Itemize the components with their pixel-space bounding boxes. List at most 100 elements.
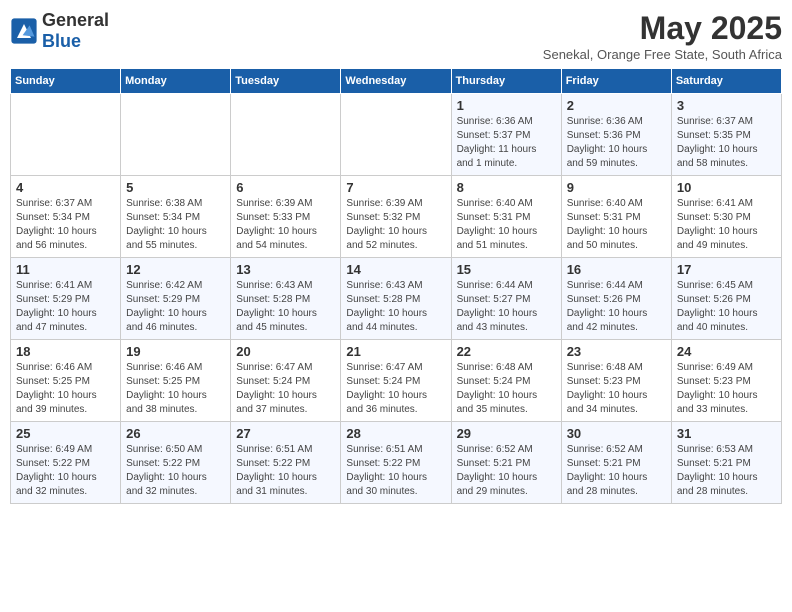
day-number: 16 [567,262,666,277]
day-header-monday: Monday [121,69,231,94]
day-number: 29 [457,426,556,441]
calendar-cell: 19 Sunrise: 6:46 AM Sunset: 5:25 PM Dayli… [121,340,231,422]
cell-content: Sunrise: 6:36 AM Sunset: 5:37 PM Dayligh… [457,115,556,171]
cell-content: Sunrise: 6:40 AM Sunset: 5:31 PM Dayligh… [567,197,666,253]
day-header-thursday: Thursday [451,69,561,94]
day-number: 30 [567,426,666,441]
day-number: 1 [457,98,556,113]
calendar-cell: 13 Sunrise: 6:43 AM Sunset: 5:28 PM Dayli… [231,258,341,340]
calendar-cell: 29 Sunrise: 6:52 AM Sunset: 5:21 PM Dayli… [451,422,561,504]
calendar-cell [121,94,231,176]
calendar-cell [11,94,121,176]
cell-content: Sunrise: 6:48 AM Sunset: 5:23 PM Dayligh… [567,361,666,417]
cell-content: Sunrise: 6:53 AM Sunset: 5:21 PM Dayligh… [677,443,776,499]
day-header-saturday: Saturday [671,69,781,94]
calendar-cell: 25Sunrise: 6:49 AM Sunset: 5:22 PM Dayli… [11,422,121,504]
day-number: 3 [677,98,776,113]
logo-text-blue: Blue [42,31,81,51]
calendar-header-row: SundayMondayTuesdayWednesdayThursdayFrid… [11,69,782,94]
day-header-wednesday: Wednesday [341,69,451,94]
calendar-cell: 21 Sunrise: 6:47 AM Sunset: 5:24 PM Dayli… [341,340,451,422]
calendar: SundayMondayTuesdayWednesdayThursdayFrid… [10,68,782,504]
calendar-cell: 3 Sunrise: 6:37 AM Sunset: 5:35 PM Daylig… [671,94,781,176]
calendar-cell: 2Sunrise: 6:36 AM Sunset: 5:36 PM Daylig… [561,94,671,176]
logo-text-general: General [42,10,109,30]
day-number: 23 [567,344,666,359]
location-title: Senekal, Orange Free State, South Africa [543,47,782,62]
day-number: 14 [346,262,445,277]
calendar-cell: 12 Sunrise: 6:42 AM Sunset: 5:29 PM Dayli… [121,258,231,340]
day-number: 6 [236,180,335,195]
cell-content: Sunrise: 6:38 AM Sunset: 5:34 PM Dayligh… [126,197,225,253]
day-number: 27 [236,426,335,441]
cell-content: Sunrise: 6:46 AM Sunset: 5:25 PM Dayligh… [126,361,225,417]
day-header-friday: Friday [561,69,671,94]
day-number: 8 [457,180,556,195]
calendar-cell: 17 Sunrise: 6:45 AM Sunset: 5:26 PM Dayli… [671,258,781,340]
day-number: 15 [457,262,556,277]
day-number: 13 [236,262,335,277]
calendar-week-row: 18 Sunrise: 6:46 AM Sunset: 5:25 PM Dayli… [11,340,782,422]
calendar-cell: 15 Sunrise: 6:44 AM Sunset: 5:27 PM Dayli… [451,258,561,340]
title-block: May 2025 Senekal, Orange Free State, Sou… [543,10,782,62]
cell-content: Sunrise: 6:44 AM Sunset: 5:26 PM Dayligh… [567,279,666,335]
cell-content: Sunrise: 6:50 AM Sunset: 5:22 PM Dayligh… [126,443,225,499]
day-number: 22 [457,344,556,359]
cell-content: Sunrise: 6:52 AM Sunset: 5:21 PM Dayligh… [457,443,556,499]
calendar-week-row: 4 Sunrise: 6:37 AM Sunset: 5:34 PM Daylig… [11,176,782,258]
calendar-week-row: 25Sunrise: 6:49 AM Sunset: 5:22 PM Dayli… [11,422,782,504]
day-number: 17 [677,262,776,277]
day-number: 9 [567,180,666,195]
cell-content: Sunrise: 6:48 AM Sunset: 5:24 PM Dayligh… [457,361,556,417]
day-number: 7 [346,180,445,195]
cell-content: Sunrise: 6:45 AM Sunset: 5:26 PM Dayligh… [677,279,776,335]
calendar-cell: 16 Sunrise: 6:44 AM Sunset: 5:26 PM Dayli… [561,258,671,340]
calendar-cell [231,94,341,176]
calendar-cell [341,94,451,176]
calendar-cell: 23 Sunrise: 6:48 AM Sunset: 5:23 PM Dayli… [561,340,671,422]
cell-content: Sunrise: 6:39 AM Sunset: 5:32 PM Dayligh… [346,197,445,253]
calendar-cell: 27 Sunrise: 6:51 AM Sunset: 5:22 PM Dayli… [231,422,341,504]
day-number: 12 [126,262,225,277]
calendar-cell: 18Sunrise: 6:46 AM Sunset: 5:25 PM Dayli… [11,340,121,422]
logo: General Blue [10,10,109,52]
day-number: 21 [346,344,445,359]
calendar-cell: 31Sunrise: 6:53 AM Sunset: 5:21 PM Dayli… [671,422,781,504]
cell-content: Sunrise: 6:39 AM Sunset: 5:33 PM Dayligh… [236,197,335,253]
day-header-sunday: Sunday [11,69,121,94]
cell-content: Sunrise: 6:36 AM Sunset: 5:36 PM Dayligh… [567,115,666,171]
day-number: 28 [346,426,445,441]
cell-content: Sunrise: 6:49 AM Sunset: 5:22 PM Dayligh… [16,443,115,499]
cell-content: Sunrise: 6:44 AM Sunset: 5:27 PM Dayligh… [457,279,556,335]
cell-content: Sunrise: 6:42 AM Sunset: 5:29 PM Dayligh… [126,279,225,335]
cell-content: Sunrise: 6:47 AM Sunset: 5:24 PM Dayligh… [346,361,445,417]
calendar-cell: 26Sunrise: 6:50 AM Sunset: 5:22 PM Dayli… [121,422,231,504]
logo-icon [10,17,38,45]
cell-content: Sunrise: 6:37 AM Sunset: 5:35 PM Dayligh… [677,115,776,171]
day-number: 19 [126,344,225,359]
calendar-cell: 1 Sunrise: 6:36 AM Sunset: 5:37 PM Daylig… [451,94,561,176]
day-number: 20 [236,344,335,359]
day-number: 4 [16,180,115,195]
calendar-week-row: 1 Sunrise: 6:36 AM Sunset: 5:37 PM Daylig… [11,94,782,176]
calendar-body: 1 Sunrise: 6:36 AM Sunset: 5:37 PM Daylig… [11,94,782,504]
calendar-cell: 4 Sunrise: 6:37 AM Sunset: 5:34 PM Daylig… [11,176,121,258]
cell-content: Sunrise: 6:47 AM Sunset: 5:24 PM Dayligh… [236,361,335,417]
day-number: 18 [16,344,115,359]
calendar-cell: 20 Sunrise: 6:47 AM Sunset: 5:24 PM Dayli… [231,340,341,422]
cell-content: Sunrise: 6:40 AM Sunset: 5:31 PM Dayligh… [457,197,556,253]
day-number: 24 [677,344,776,359]
calendar-cell: 9 Sunrise: 6:40 AM Sunset: 5:31 PM Daylig… [561,176,671,258]
month-title: May 2025 [543,10,782,47]
cell-content: Sunrise: 6:41 AM Sunset: 5:30 PM Dayligh… [677,197,776,253]
calendar-cell: 22 Sunrise: 6:48 AM Sunset: 5:24 PM Dayli… [451,340,561,422]
calendar-cell: 6 Sunrise: 6:39 AM Sunset: 5:33 PM Daylig… [231,176,341,258]
calendar-cell: 30Sunrise: 6:52 AM Sunset: 5:21 PM Dayli… [561,422,671,504]
cell-content: Sunrise: 6:51 AM Sunset: 5:22 PM Dayligh… [236,443,335,499]
calendar-cell: 10 Sunrise: 6:41 AM Sunset: 5:30 PM Dayli… [671,176,781,258]
day-number: 5 [126,180,225,195]
day-number: 10 [677,180,776,195]
calendar-week-row: 11Sunrise: 6:41 AM Sunset: 5:29 PM Dayli… [11,258,782,340]
cell-content: Sunrise: 6:37 AM Sunset: 5:34 PM Dayligh… [16,197,115,253]
cell-content: Sunrise: 6:43 AM Sunset: 5:28 PM Dayligh… [236,279,335,335]
